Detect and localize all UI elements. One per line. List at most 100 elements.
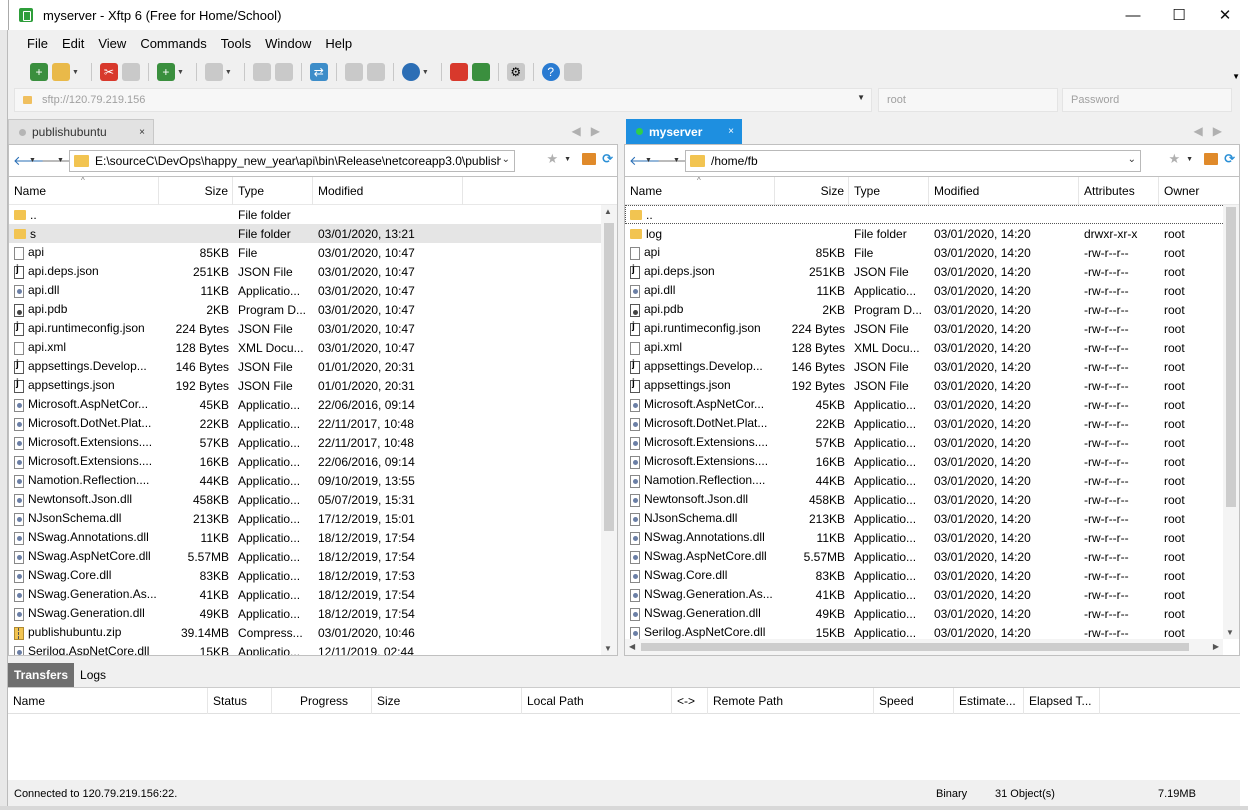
new-tab-icon[interactable]: + xyxy=(156,63,175,81)
home-folder-icon[interactable] xyxy=(1204,153,1219,165)
host-address-input[interactable]: sftp://120.79.219.156 ▼ xyxy=(14,88,872,112)
file-row[interactable]: Microsoft.Extensions.... 57KB Applicatio..… xyxy=(625,433,1239,452)
file-row[interactable]: api.xml 128 Bytes XML Docu... 03/01/2020, 1… xyxy=(9,338,617,357)
menu-help[interactable]: Help xyxy=(318,36,359,51)
bookmark-dropdown-icon[interactable]: ▼ xyxy=(564,156,576,163)
username-input[interactable]: root xyxy=(878,88,1058,112)
file-row[interactable]: NSwag.Core.dll 83KB Applicatio... 18/12/201… xyxy=(9,566,617,585)
column-header-type[interactable]: Type xyxy=(849,177,929,205)
close-tab-icon[interactable]: × xyxy=(728,126,734,137)
column-header-size[interactable]: Size xyxy=(159,177,233,205)
forward-arrow-icon[interactable]: 🡒 xyxy=(41,153,76,169)
scroll-left-icon[interactable]: ◀ xyxy=(629,642,635,651)
scrollbar-thumb[interactable] xyxy=(604,223,614,531)
file-row[interactable]: NSwag.Annotations.dll 11KB Applicatio... 03… xyxy=(625,528,1239,547)
minimize-button[interactable]: — xyxy=(1110,0,1156,30)
tab-myserver[interactable]: myserver × xyxy=(626,119,742,144)
file-row[interactable]: Namotion.Reflection.... 44KB Applicatio...… xyxy=(625,471,1239,490)
file-row[interactable]: Namotion.Reflection.... 44KB Applicatio...… xyxy=(9,471,617,490)
menu-window[interactable]: Window xyxy=(258,36,318,51)
new-session-icon[interactable]: + xyxy=(30,63,48,81)
horizontal-scrollbar-thumb[interactable] xyxy=(641,643,1189,651)
password-input[interactable]: Password xyxy=(1062,88,1232,112)
file-row[interactable]: s File folder 03/01/2020, 13:21 xyxy=(9,224,617,243)
tab-scroll-arrows-icon[interactable]: ◀▶ xyxy=(1194,124,1232,138)
file-row[interactable]: publishubuntu.zip 39.14MB Compress... 03/01… xyxy=(9,623,617,642)
column-header-owner[interactable]: Owner xyxy=(1159,177,1223,205)
file-row[interactable]: appsettings.Develop... 146 Bytes JSON File… xyxy=(625,357,1239,376)
close-window-button[interactable]: ✕ xyxy=(1202,0,1248,30)
column-header-type[interactable]: Type xyxy=(233,177,313,205)
host-dropdown-icon[interactable]: ▼ xyxy=(857,93,865,102)
menu-view[interactable]: View xyxy=(91,36,133,51)
file-row[interactable]: appsettings.json 192 Bytes JSON File 03/01/… xyxy=(625,376,1239,395)
file-row[interactable]: api.xml 128 Bytes XML Docu... 03/01/2020, 1… xyxy=(625,338,1239,357)
file-row[interactable]: api.pdb 2KB Program D... 03/01/2020, 14:20 -… xyxy=(625,300,1239,319)
file-row[interactable]: Microsoft.AspNetCor... 45KB Applicatio... 2… xyxy=(9,395,617,414)
file-row[interactable]: api.runtimeconfig.json 224 Bytes JSON File… xyxy=(9,319,617,338)
paste-icon[interactable] xyxy=(274,63,293,81)
file-row[interactable]: Serilog.AspNetCore.dll 15KB Applicatio... 1… xyxy=(9,642,617,655)
forward-dropdown-icon[interactable]: ▼ xyxy=(57,157,69,164)
terminal-dropdown-icon[interactable]: ▼ xyxy=(225,69,232,76)
file-row[interactable]: Newtonsoft.Json.dll 458KB Applicatio... 03/… xyxy=(625,490,1239,509)
maximize-button[interactable]: ☐ xyxy=(1156,0,1202,30)
transfer-column-progress[interactable]: Progress xyxy=(272,687,372,714)
disconnect-icon[interactable]: ✂ xyxy=(99,63,118,81)
file-row[interactable]: .. File folder xyxy=(9,205,617,224)
column-header-modified[interactable]: Modified xyxy=(313,177,463,205)
remote-horizontal-scrollbar[interactable]: ◀ ▶ xyxy=(625,639,1223,655)
file-row[interactable]: api.dll 11KB Applicatio... 03/01/2020, 14:2… xyxy=(625,281,1239,300)
back-arrow-icon[interactable]: 🡐 xyxy=(13,153,48,169)
file-row[interactable]: api.pdb 2KB Program D... 03/01/2020, 10:47 xyxy=(9,300,617,319)
refresh-icon[interactable]: ⟳ xyxy=(602,151,613,167)
local-vertical-scrollbar[interactable]: ▲ ▼ xyxy=(601,205,617,655)
path-history-chevron-icon[interactable]: ⌄ xyxy=(502,154,510,165)
scroll-up-icon[interactable]: ▲ xyxy=(604,207,612,216)
file-row[interactable]: NJsonSchema.dll 213KB Applicatio... 17/12/2… xyxy=(9,509,617,528)
remote-vertical-scrollbar[interactable]: ▼ xyxy=(1223,205,1239,639)
file-row[interactable]: Microsoft.Extensions.... 57KB Applicatio..… xyxy=(9,433,617,452)
transfer-column-elapsed[interactable]: Elapsed T... xyxy=(1024,687,1100,714)
copy-icon[interactable] xyxy=(252,63,271,81)
column-header-attributes[interactable]: Attributes xyxy=(1079,177,1159,205)
tab-transfers[interactable]: Transfers xyxy=(8,663,75,687)
file-row[interactable]: appsettings.Develop... 146 Bytes JSON File… xyxy=(9,357,617,376)
local-path-input[interactable]: E:\sourceC\DevOps\happy_new_year\api\bin… xyxy=(69,149,515,172)
close-tab-icon[interactable]: × xyxy=(139,127,145,138)
file-row[interactable]: NSwag.Core.dll 83KB Applicatio... 03/01/202… xyxy=(625,566,1239,585)
scroll-right-icon[interactable]: ▶ xyxy=(1213,642,1219,651)
file-row[interactable]: NSwag.AspNetCore.dll 5.57MB Applicatio... 0… xyxy=(625,547,1239,566)
file-row[interactable]: Microsoft.Extensions.... 16KB Applicatio..… xyxy=(9,452,617,471)
transfer-column-local-path[interactable]: Local Path xyxy=(522,687,672,714)
file-row[interactable]: NSwag.Annotations.dll 11KB Applicatio... 18… xyxy=(9,528,617,547)
menu-tools[interactable]: Tools xyxy=(214,36,258,51)
file-row[interactable]: .. xyxy=(625,205,1239,224)
file-row[interactable]: api.deps.json 251KB JSON File 03/01/2020, 1… xyxy=(625,262,1239,281)
forward-arrow-icon[interactable]: 🡒 xyxy=(657,153,692,169)
path-history-chevron-icon[interactable]: ⌄ xyxy=(1128,154,1136,165)
transfer-column-status[interactable]: Status xyxy=(208,687,272,714)
file-row[interactable]: NSwag.Generation.dll 49KB Applicatio... 18/… xyxy=(9,604,617,623)
scrollbar-thumb[interactable] xyxy=(1226,207,1236,507)
file-row[interactable]: appsettings.json 192 Bytes JSON File 01/01/… xyxy=(9,376,617,395)
transfer-column-size[interactable]: Size xyxy=(372,687,522,714)
column-header-size[interactable]: Size xyxy=(775,177,849,205)
file-row[interactable]: Microsoft.Extensions.... 16KB Applicatio..… xyxy=(625,452,1239,471)
toolbar-overflow-icon[interactable]: ▼ xyxy=(1232,72,1240,81)
xshell-icon[interactable] xyxy=(449,63,468,81)
file-row[interactable]: api.dll 11KB Applicatio... 03/01/2020, 10:4… xyxy=(9,281,617,300)
scroll-down-icon[interactable]: ▼ xyxy=(1226,628,1234,637)
refresh-icon[interactable]: ⟳ xyxy=(1224,151,1235,167)
new-tab-dropdown-icon[interactable]: ▼ xyxy=(177,69,184,76)
sync-right-icon[interactable] xyxy=(366,63,385,81)
file-row[interactable]: NSwag.Generation.As... 41KB Applicatio... 0… xyxy=(625,585,1239,604)
file-row[interactable]: api 85KB File 03/01/2020, 14:20 -rw-r--r-- ro… xyxy=(625,243,1239,262)
bookmark-star-icon[interactable]: ★ xyxy=(546,151,558,167)
file-row[interactable]: api.deps.json 251KB JSON File 03/01/2020, 1… xyxy=(9,262,617,281)
file-row[interactable]: api 85KB File 03/01/2020, 10:47 xyxy=(9,243,617,262)
open-session-icon[interactable] xyxy=(52,63,70,81)
menu-commands[interactable]: Commands xyxy=(133,36,213,51)
terminal-icon[interactable] xyxy=(204,63,223,81)
back-arrow-icon[interactable]: 🡐 xyxy=(629,153,664,169)
